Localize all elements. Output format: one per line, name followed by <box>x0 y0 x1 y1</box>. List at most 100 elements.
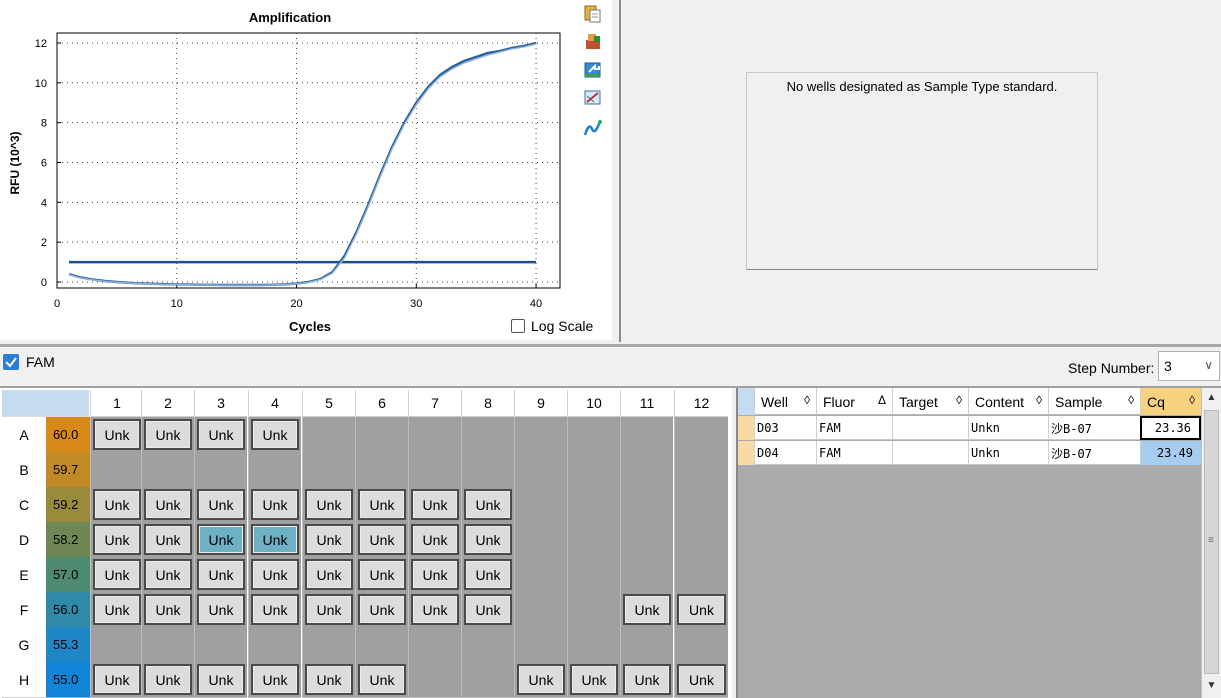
well-D4[interactable]: Unk <box>248 522 301 558</box>
column-header-well[interactable]: Well ◊ <box>754 388 816 415</box>
copy-icon[interactable] <box>582 4 604 24</box>
well-F6[interactable]: Unk <box>355 592 408 628</box>
cell-target[interactable] <box>892 416 968 440</box>
well-D6[interactable]: Unk <box>355 522 408 558</box>
well-A10[interactable] <box>567 417 620 453</box>
well-F4[interactable]: Unk <box>248 592 301 628</box>
well-C1[interactable]: Unk <box>90 487 143 523</box>
cell-fluor[interactable]: FAM <box>816 416 892 440</box>
row-marker[interactable] <box>738 441 754 465</box>
well-G3[interactable] <box>194 627 247 663</box>
plate-corner[interactable] <box>2 390 90 417</box>
well-E12[interactable] <box>674 557 728 593</box>
column-header-9[interactable]: 9 <box>514 390 567 417</box>
well-E9[interactable] <box>514 557 567 593</box>
curve-icon[interactable] <box>582 118 604 138</box>
well-B6[interactable] <box>355 452 408 488</box>
column-header-target[interactable]: Target ◊ <box>892 388 968 415</box>
results-scrollbar[interactable]: ▲ ≡ ▼ <box>1201 388 1221 698</box>
well-G6[interactable] <box>355 627 408 663</box>
well-F9[interactable] <box>514 592 567 628</box>
well-G9[interactable] <box>514 627 567 663</box>
well-B8[interactable] <box>461 452 514 488</box>
well-C12[interactable] <box>674 487 728 523</box>
chart-settings-icon[interactable] <box>582 88 604 108</box>
column-header-8[interactable]: 8 <box>461 390 514 417</box>
column-header-10[interactable]: 10 <box>567 390 620 417</box>
well-C9[interactable] <box>514 487 567 523</box>
well-E6[interactable]: Unk <box>355 557 408 593</box>
well-H4[interactable]: Unk <box>248 662 301 698</box>
well-C6[interactable]: Unk <box>355 487 408 523</box>
well-H6[interactable]: Unk <box>355 662 408 698</box>
table-row[interactable]: D04 FAM Unkn 沙B-07 23.49 <box>738 441 1201 465</box>
well-C7[interactable]: Unk <box>408 487 461 523</box>
log-scale-toggle[interactable]: Log Scale <box>511 318 593 334</box>
well-G5[interactable] <box>302 627 355 663</box>
well-G2[interactable] <box>141 627 194 663</box>
well-F5[interactable]: Unk <box>302 592 355 628</box>
row-header-H[interactable]: H <box>2 662 46 698</box>
sort-icon[interactable]: ◊ <box>1036 393 1042 407</box>
row-header-B[interactable]: B <box>2 452 46 488</box>
well-A9[interactable] <box>514 417 567 453</box>
well-A6[interactable] <box>355 417 408 453</box>
well-E2[interactable]: Unk <box>141 557 194 593</box>
export-icon[interactable] <box>582 60 604 80</box>
cell-well[interactable]: D04 <box>754 441 816 465</box>
well-E1[interactable]: Unk <box>90 557 143 593</box>
sort-icon[interactable]: ◊ <box>1189 393 1195 407</box>
column-header-fluor[interactable]: Fluor Δ <box>816 388 892 415</box>
scrollbar-thumb[interactable]: ≡ <box>1204 410 1219 674</box>
well-D5[interactable]: Unk <box>302 522 355 558</box>
well-C2[interactable]: Unk <box>141 487 194 523</box>
well-B9[interactable] <box>514 452 567 488</box>
well-F3[interactable]: Unk <box>194 592 247 628</box>
well-A12[interactable] <box>674 417 728 453</box>
cell-sample[interactable]: 沙B-07 <box>1048 416 1140 440</box>
horizontal-splitter[interactable] <box>0 344 1221 347</box>
cell-cq[interactable]: 23.49 <box>1140 441 1201 465</box>
well-D8[interactable]: Unk <box>461 522 514 558</box>
well-E4[interactable]: Unk <box>248 557 301 593</box>
well-F8[interactable]: Unk <box>461 592 514 628</box>
print-icon[interactable] <box>582 32 604 52</box>
well-B10[interactable] <box>567 452 620 488</box>
well-F2[interactable]: Unk <box>141 592 194 628</box>
well-F11[interactable]: Unk <box>620 592 673 628</box>
cell-content[interactable]: Unkn <box>968 441 1048 465</box>
row-header-D[interactable]: D <box>2 522 46 558</box>
column-header-4[interactable]: 4 <box>248 390 301 417</box>
cell-target[interactable] <box>892 441 968 465</box>
column-header-3[interactable]: 3 <box>194 390 247 417</box>
well-E3[interactable]: Unk <box>194 557 247 593</box>
well-D12[interactable] <box>674 522 728 558</box>
well-F10[interactable] <box>567 592 620 628</box>
cell-sample[interactable]: 沙B-07 <box>1048 441 1140 465</box>
row-header-F[interactable]: F <box>2 592 46 628</box>
well-H12[interactable]: Unk <box>674 662 728 698</box>
well-B7[interactable] <box>408 452 461 488</box>
well-E5[interactable]: Unk <box>302 557 355 593</box>
well-H5[interactable]: Unk <box>302 662 355 698</box>
cell-fluor[interactable]: FAM <box>816 441 892 465</box>
well-B5[interactable] <box>302 452 355 488</box>
well-H7[interactable] <box>408 662 461 698</box>
column-header-6[interactable]: 6 <box>355 390 408 417</box>
well-A8[interactable] <box>461 417 514 453</box>
column-header-11[interactable]: 11 <box>620 390 673 417</box>
well-G12[interactable] <box>674 627 728 663</box>
scroll-down-icon[interactable]: ▼ <box>1202 676 1221 698</box>
chevron-down-icon[interactable]: ∨ <box>1204 358 1213 372</box>
well-D9[interactable] <box>514 522 567 558</box>
well-D10[interactable] <box>567 522 620 558</box>
well-C4[interactable]: Unk <box>248 487 301 523</box>
well-D11[interactable] <box>620 522 673 558</box>
well-H2[interactable]: Unk <box>141 662 194 698</box>
row-header-G[interactable]: G <box>2 627 46 663</box>
step-number-select[interactable]: 3 ∨ <box>1158 351 1220 381</box>
sort-icon[interactable]: ◊ <box>804 393 810 407</box>
row-marker[interactable] <box>738 416 754 440</box>
well-H3[interactable]: Unk <box>194 662 247 698</box>
well-E10[interactable] <box>567 557 620 593</box>
